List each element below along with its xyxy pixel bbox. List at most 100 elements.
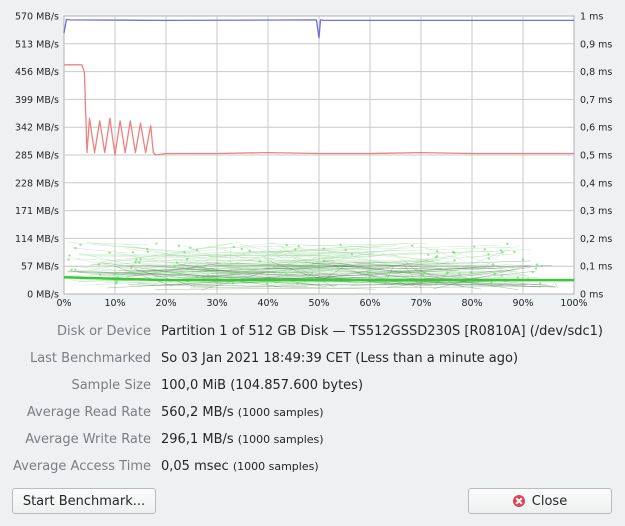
- benchmark-chart: 570 MB/s 1 ms 513 MB/s 0,9 ms 456 MB/s 0,8 ms…: [15, 12, 612, 310]
- access-time-point: [350, 253, 354, 256]
- y-tick-label: 0 MB/s: [27, 290, 59, 301]
- access-time-point: [534, 267, 538, 270]
- access-time-point: [70, 268, 73, 271]
- access-time-point: [135, 258, 138, 261]
- access-time-point: [493, 272, 496, 276]
- sample-size-value: 100,0 MiB (104.857.600 bytes): [161, 378, 364, 393]
- access-time-point: [185, 257, 189, 261]
- x-tick-label: 90%: [512, 298, 533, 309]
- access-time-point: [98, 273, 102, 276]
- access-time-point: [344, 248, 347, 252]
- y2-tick-label: 0,9 ms: [580, 39, 612, 50]
- start-benchmark-button[interactable]: Start Benchmark...: [12, 488, 156, 514]
- access-time-point: [296, 282, 299, 285]
- last-benchmarked-label: Last Benchmarked: [29, 351, 151, 366]
- y2-tick-label: 0,3 ms: [580, 206, 612, 217]
- read-rate-value-group: 560,2 MB/s (1000 samples): [161, 405, 324, 420]
- access-time-point: [411, 244, 414, 248]
- access-time-point: [472, 245, 476, 248]
- access-time-point: [491, 263, 495, 266]
- access-time-point: [115, 280, 118, 283]
- y-tick-label: 570 MB/s: [15, 12, 59, 23]
- access-time-point: [138, 261, 141, 264]
- access-time-point: [539, 282, 542, 285]
- access-time-point: [483, 248, 486, 251]
- access-time-point: [130, 266, 133, 270]
- access-time-point: [521, 258, 525, 261]
- access-time-point: [146, 250, 150, 253]
- access-time-point: [540, 264, 544, 268]
- y2-tick-label: 0,6 ms: [580, 123, 612, 134]
- access-time-point: [506, 242, 509, 245]
- access-time-point: [535, 263, 539, 266]
- access-time-point: [231, 282, 235, 285]
- access-time-point: [310, 271, 314, 275]
- access-time-point: [248, 249, 251, 253]
- y2-tick-label: 0,4 ms: [580, 178, 612, 189]
- x-tick-label: 0%: [56, 298, 71, 309]
- write-rate-value-group: 296,1 MB/s (1000 samples): [161, 432, 324, 447]
- access-time-point: [139, 257, 142, 261]
- access-time-point: [367, 272, 370, 276]
- access-time-point: [206, 274, 210, 277]
- access-time-point: [516, 276, 519, 279]
- access-time-point: [487, 257, 491, 260]
- access-time-point: [445, 271, 449, 274]
- read-rate-row: Average Read Rate 560,2 MB/s (1000 sampl…: [0, 405, 625, 425]
- y-tick-label: 513 MB/s: [15, 39, 59, 50]
- y2-tick-label: 0,8 ms: [580, 67, 612, 78]
- access-time-point: [322, 259, 326, 263]
- y2-tick-label: 0,7 ms: [580, 95, 612, 106]
- write-rate-label: Average Write Rate: [25, 432, 151, 447]
- access-time-point: [189, 246, 192, 249]
- access-time-point: [97, 263, 101, 266]
- x-tick-label: 40%: [257, 298, 278, 309]
- y-tick-label: 399 MB/s: [15, 95, 59, 106]
- access-time-point: [294, 248, 297, 251]
- access-time-point: [500, 274, 503, 277]
- y2-tick-label: 0,2 ms: [580, 234, 612, 245]
- x-tick-label: 60%: [359, 298, 380, 309]
- access-time-point: [134, 260, 137, 264]
- y2-tick-label: 1 ms: [580, 12, 603, 23]
- y-tick-label: 171 MB/s: [15, 206, 59, 217]
- write-rate-samples: (1000 samples): [237, 433, 324, 446]
- access-time-point: [131, 251, 135, 254]
- close-icon: [512, 495, 525, 507]
- access-time-value-group: 0,05 msec (1000 samples): [161, 459, 319, 474]
- access-time-point: [531, 270, 534, 274]
- start-benchmark-label: Start Benchmark...: [22, 493, 146, 509]
- y-tick-label: 57 MB/s: [21, 262, 59, 273]
- x-tick-label: 70%: [410, 298, 431, 309]
- access-time-point: [155, 242, 158, 245]
- y2-tick-label: 0,5 ms: [580, 151, 612, 162]
- access-time-point: [133, 272, 136, 275]
- x-tick-label: 10%: [104, 298, 125, 309]
- y-tick-label: 285 MB/s: [15, 151, 59, 162]
- access-time-point: [285, 243, 288, 247]
- access-time-point: [195, 248, 199, 252]
- access-time-point: [183, 251, 186, 254]
- access-time-point: [499, 249, 503, 252]
- access-time-point: [79, 243, 82, 246]
- y-tick-label: 456 MB/s: [15, 67, 59, 78]
- access-time-samples: (1000 samples): [232, 460, 319, 473]
- access-time-point: [74, 268, 77, 271]
- access-time-row: Average Access Time 0,05 msec (1000 samp…: [0, 459, 625, 479]
- access-time-point: [513, 250, 516, 254]
- disk-row: Disk or Device Partition 1 of 512 GB Dis…: [0, 324, 625, 344]
- access-time-point: [487, 252, 490, 256]
- access-time-point: [68, 254, 71, 257]
- access-time-point: [458, 272, 461, 275]
- access-time-point: [232, 245, 236, 249]
- access-time-point: [322, 247, 325, 250]
- y-tick-label: 342 MB/s: [15, 123, 59, 134]
- access-time-point: [469, 271, 473, 274]
- last-benchmarked-row: Last Benchmarked So 03 Jan 2021 18:49:39…: [0, 351, 625, 371]
- x-tick-label: 80%: [461, 298, 482, 309]
- close-button[interactable]: Close: [468, 488, 612, 514]
- x-tick-label: 20%: [155, 298, 176, 309]
- access-time-point: [453, 251, 456, 255]
- access-time-point: [423, 271, 426, 275]
- access-time-point: [108, 251, 111, 255]
